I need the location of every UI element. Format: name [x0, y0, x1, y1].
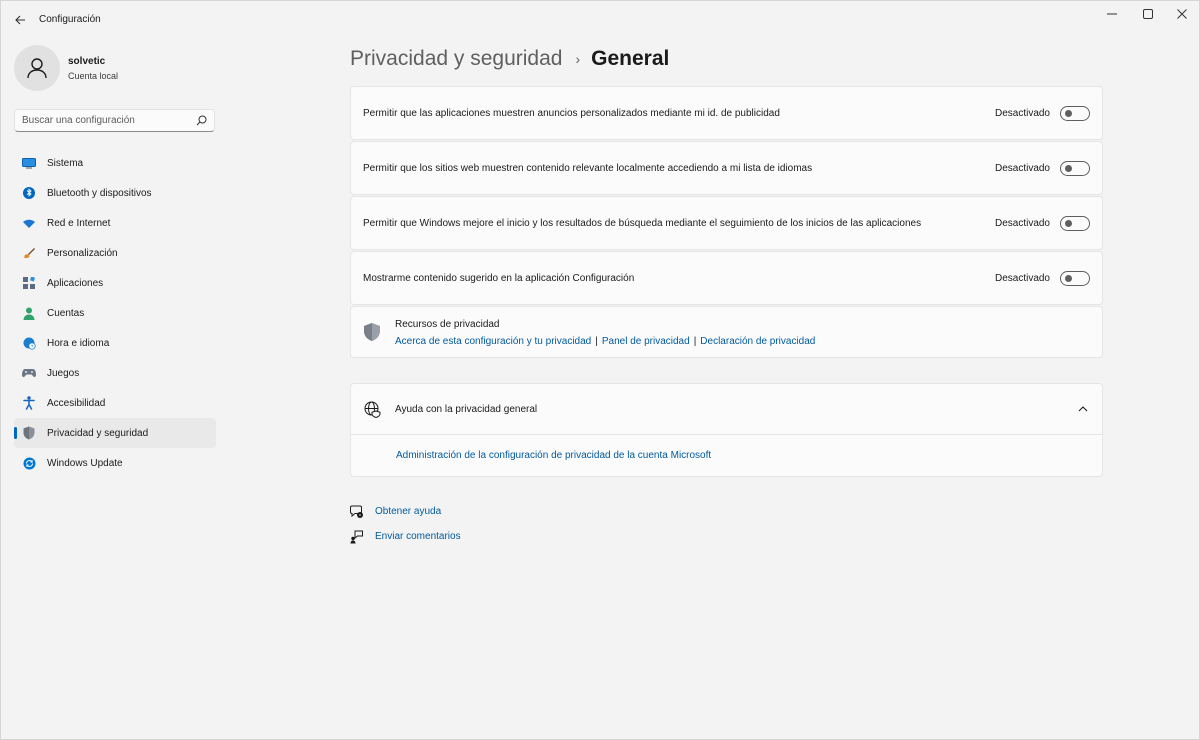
- back-button[interactable]: [9, 10, 31, 30]
- search-box[interactable]: [14, 109, 215, 132]
- sidebar-item-label: Cuentas: [47, 307, 85, 319]
- setting-card-language-list: Permitir que los sitios web muestren con…: [350, 141, 1103, 195]
- ad-id-toggle[interactable]: [1060, 105, 1090, 121]
- sidebar-nav: Sistema Bluetooth y dispositivos Red e I…: [14, 148, 216, 478]
- close-button[interactable]: [1163, 1, 1200, 27]
- sidebar-item-label: Juegos: [47, 367, 80, 379]
- search-icon[interactable]: [195, 115, 207, 127]
- setting-card-ad-id: Permitir que las aplicaciones muestren a…: [350, 86, 1103, 140]
- privacy-help-card: Ayuda con la privacidad general Administ…: [350, 383, 1103, 477]
- toggle-state-text: Desactivado: [994, 217, 1050, 229]
- toggle-knob: [1065, 109, 1072, 117]
- privacy-resources-card: Recursos de privacidad Acerca de esta co…: [350, 306, 1103, 358]
- privacy-help-title: Ayuda con la privacidad general: [395, 403, 538, 415]
- sidebar-item-label: Personalización: [47, 247, 118, 259]
- privacy-dashboard-link[interactable]: Panel de privacidad: [602, 336, 690, 347]
- sidebar-item-cuentas[interactable]: Cuentas: [14, 298, 216, 328]
- shield-icon: [22, 426, 36, 440]
- get-help-link[interactable]: Obtener ayuda: [375, 506, 441, 517]
- sidebar-item-label: Windows Update: [47, 457, 123, 469]
- setting-card-app-launch-tracking: Permitir que Windows mejore el inicio y …: [350, 196, 1103, 250]
- bluetooth-icon: [22, 186, 36, 200]
- minimize-icon: [1107, 13, 1117, 15]
- title-bar: Configuración: [1, 1, 1199, 39]
- wifi-icon: [22, 216, 36, 230]
- sidebar-item-accesibilidad[interactable]: Accesibilidad: [14, 388, 216, 418]
- back-arrow-icon: [14, 15, 25, 25]
- feedback-icon: [350, 530, 364, 544]
- breadcrumb: Privacidad y seguridad › General: [350, 45, 669, 73]
- setting-label: Permitir que Windows mejore el inicio y …: [363, 217, 922, 229]
- toggle-knob: [1065, 164, 1072, 172]
- privacy-help-header[interactable]: Ayuda con la privacidad general: [351, 384, 1102, 435]
- setting-label: Permitir que los sitios web muestren con…: [363, 162, 813, 174]
- setting-card-suggested-content: Mostrarme contenido sugerido en la aplic…: [350, 251, 1103, 305]
- sidebar-item-windows-update[interactable]: Windows Update: [14, 448, 216, 478]
- globe-shield-icon: [363, 400, 381, 418]
- minimize-button[interactable]: [1093, 1, 1131, 27]
- profile-name: solvetic: [68, 55, 106, 67]
- gamepad-icon: [22, 366, 36, 380]
- sidebar-item-privacidad[interactable]: Privacidad y seguridad: [14, 418, 216, 448]
- chevron-up-icon[interactable]: [1076, 402, 1090, 416]
- page-title: General: [591, 47, 670, 70]
- feedback-link-row[interactable]: Enviar comentarios: [350, 524, 461, 549]
- link-separator: |: [693, 336, 697, 347]
- app-launch-tracking-toggle[interactable]: [1060, 215, 1090, 231]
- apps-icon: [22, 276, 36, 290]
- maximize-icon: [1143, 9, 1153, 19]
- globe-clock-icon: [22, 336, 36, 350]
- privacy-resources-title: Recursos de privacidad: [395, 319, 500, 330]
- shield-icon: [363, 322, 383, 342]
- sidebar-item-label: Privacidad y seguridad: [47, 427, 149, 439]
- link-separator: |: [595, 336, 598, 347]
- sidebar-item-hora[interactable]: Hora e idioma: [14, 328, 216, 358]
- user-profile[interactable]: solvetic Cuenta local: [14, 45, 118, 91]
- breadcrumb-chevron-icon: ›: [575, 51, 581, 67]
- sidebar-item-red[interactable]: Red e Internet: [14, 208, 216, 238]
- microsoft-account-privacy-link[interactable]: Administración de la configuración de pr…: [396, 450, 711, 461]
- sidebar-item-label: Red e Internet: [47, 217, 111, 229]
- sidebar-item-bluetooth[interactable]: Bluetooth y dispositivos: [14, 178, 216, 208]
- feedback-link[interactable]: Enviar comentarios: [375, 531, 461, 542]
- system-icon: [22, 156, 36, 170]
- brush-icon: [22, 246, 36, 260]
- setting-label: Mostrarme contenido sugerido en la aplic…: [363, 272, 635, 284]
- sidebar-item-label: Sistema: [47, 157, 84, 169]
- privacy-statement-link[interactable]: Declaración de privacidad: [700, 336, 815, 347]
- toggle-knob: [1065, 274, 1072, 282]
- about-privacy-link[interactable]: Acerca de esta configuración y tu privac…: [395, 336, 591, 347]
- toggle-state-text: Desactivado: [994, 272, 1050, 284]
- close-icon: [1177, 9, 1187, 19]
- toggle-state-text: Desactivado: [994, 162, 1050, 174]
- sidebar-item-label: Aplicaciones: [47, 277, 104, 289]
- footer-links: Obtener ayuda Enviar comentarios: [350, 499, 461, 549]
- sidebar-item-sistema[interactable]: Sistema: [14, 148, 216, 178]
- person-icon: [22, 306, 36, 320]
- sidebar-item-label: Hora e idioma: [47, 337, 110, 349]
- sidebar-item-juegos[interactable]: Juegos: [14, 358, 216, 388]
- sidebar-item-personalizacion[interactable]: Personalización: [14, 238, 216, 268]
- sidebar-item-aplicaciones[interactable]: Aplicaciones: [14, 268, 216, 298]
- suggested-content-toggle[interactable]: [1060, 270, 1090, 286]
- setting-label: Permitir que las aplicaciones muestren a…: [363, 107, 780, 119]
- accessibility-icon: [22, 396, 36, 410]
- language-list-toggle[interactable]: [1060, 160, 1090, 176]
- breadcrumb-parent[interactable]: Privacidad y seguridad: [350, 47, 562, 71]
- help-icon: [350, 505, 364, 519]
- profile-account-type: Cuenta local: [68, 70, 119, 81]
- avatar: [14, 45, 60, 91]
- user-avatar-icon: [27, 58, 47, 79]
- toggle-state-text: Desactivado: [994, 107, 1050, 119]
- get-help-link-row[interactable]: Obtener ayuda: [350, 499, 461, 524]
- search-input[interactable]: [22, 115, 195, 126]
- toggle-knob: [1065, 219, 1072, 227]
- update-icon: [22, 456, 36, 470]
- maximize-button[interactable]: [1129, 1, 1167, 27]
- app-title: Configuración: [39, 14, 101, 25]
- sidebar-item-label: Accesibilidad: [47, 397, 106, 409]
- sidebar-item-label: Bluetooth y dispositivos: [47, 187, 152, 199]
- settings-window: Configuración solvetic Cuenta local Busc…: [0, 0, 1200, 740]
